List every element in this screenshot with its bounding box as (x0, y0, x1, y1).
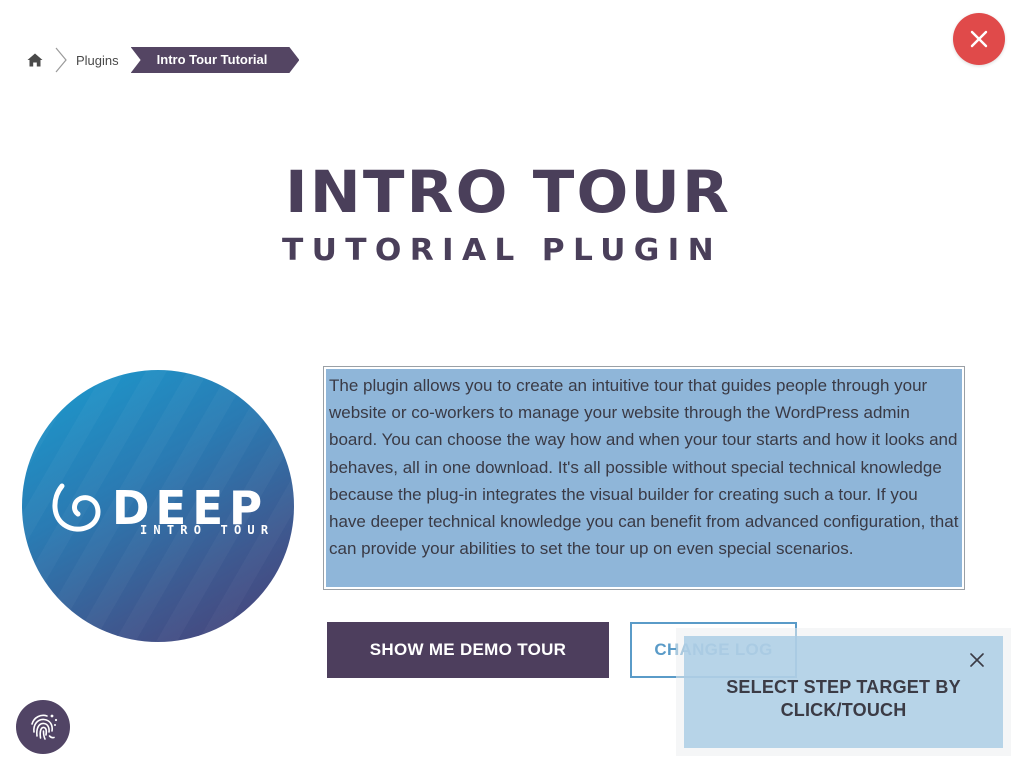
title-logo: INTRO TOUR TUTORIAL PLUGIN (278, 158, 738, 270)
home-icon[interactable] (26, 51, 44, 69)
show-demo-tour-button[interactable]: SHOW ME DEMO TOUR (327, 622, 609, 678)
tooltip-close-button[interactable] (965, 648, 989, 672)
step-target-panel: SELECT STEP TARGET BY CLICK/TOUCH (684, 636, 1003, 748)
close-button[interactable] (953, 13, 1005, 65)
step-target-line-1: SELECT STEP TARGET BY (726, 677, 961, 697)
step-target-message: SELECT STEP TARGET BY CLICK/TOUCH (684, 676, 1003, 722)
title-line-2: TUTORIAL PLUGIN (282, 233, 722, 268)
breadcrumb-current: Intro Tour Tutorial (131, 47, 300, 73)
close-icon (970, 653, 984, 667)
logo-subtitle: INTRO TOUR (140, 523, 275, 537)
breadcrumb: Plugins Intro Tour Tutorial (26, 46, 299, 74)
breadcrumb-plugins-link[interactable]: Plugins (76, 53, 119, 68)
fingerprint-icon (31, 714, 58, 740)
step-target-tooltip: SELECT STEP TARGET BY CLICK/TOUCH (676, 628, 1011, 756)
title-line-1: INTRO TOUR (285, 160, 731, 226)
plugin-description: The plugin allows you to create an intui… (323, 366, 965, 590)
chevron-right-icon (55, 47, 67, 73)
step-target-line-2: CLICK/TOUCH (780, 700, 907, 720)
close-icon (970, 30, 988, 48)
tour-launcher-button[interactable] (16, 700, 70, 754)
swirl-icon (52, 483, 101, 532)
deep-intro-tour-logo: DEEP INTRO TOUR (22, 370, 294, 642)
